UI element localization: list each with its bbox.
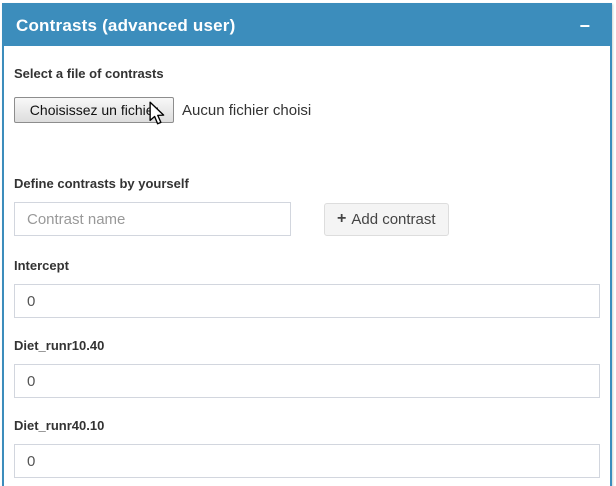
intercept-input[interactable] (14, 284, 600, 318)
file-section-label: Select a file of contrasts (14, 66, 600, 82)
add-contrast-button[interactable]: + Add contrast (324, 203, 449, 236)
diet-runr40-10-input[interactable] (14, 444, 600, 478)
file-status-text: Aucun fichier choisi (182, 102, 311, 119)
minus-icon: − (579, 16, 590, 36)
collapse-button[interactable]: − (573, 15, 596, 37)
diet-runr10-40-input[interactable] (14, 364, 600, 398)
plus-icon: + (337, 211, 346, 227)
add-contrast-label: Add contrast (351, 211, 435, 228)
diet-runr10-40-label: Diet_runr10.40 (14, 338, 600, 354)
choose-file-button[interactable]: Choisissez un fichier (14, 97, 174, 123)
contrast-name-input[interactable] (14, 202, 291, 236)
define-contrast-row: + Add contrast (14, 202, 600, 236)
intercept-label: Intercept (14, 258, 600, 274)
contrast-field-diet-runr40-10: Diet_runr40.10 (14, 418, 600, 478)
contrast-field-intercept: Intercept (14, 258, 600, 318)
diet-runr40-10-label: Diet_runr40.10 (14, 418, 600, 434)
panel-header: Contrasts (advanced user) − (4, 5, 610, 46)
panel-title: Contrasts (advanced user) (16, 16, 235, 36)
define-section-label: Define contrasts by yourself (14, 176, 600, 192)
contrast-field-diet-runr10-40: Diet_runr10.40 (14, 338, 600, 398)
panel-body: Select a file of contrasts Choisissez un… (4, 46, 610, 486)
file-input-row: Choisissez un fichier Aucun fichier choi… (14, 97, 600, 123)
contrasts-panel: Contrasts (advanced user) − Select a fil… (2, 3, 612, 486)
